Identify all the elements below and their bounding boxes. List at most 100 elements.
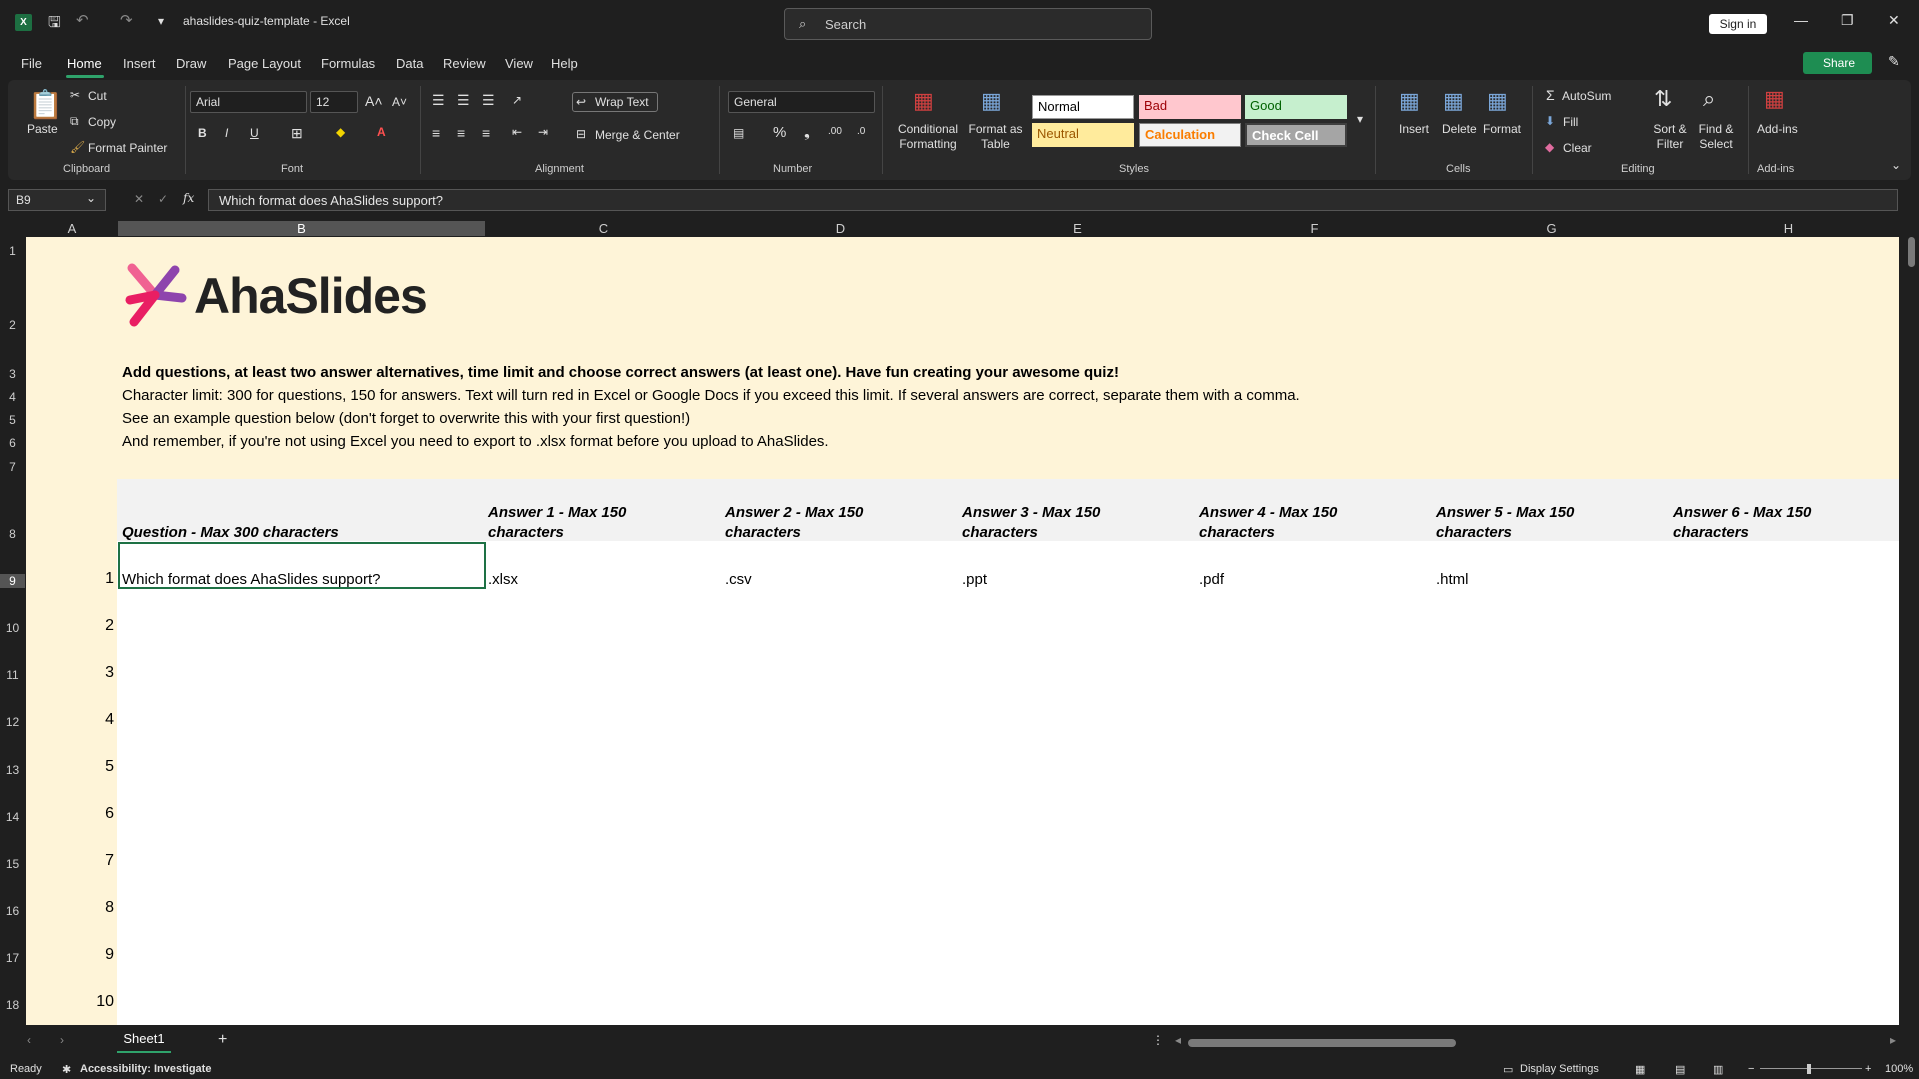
- fill-color-icon[interactable]: ◆: [336, 125, 345, 139]
- display-settings-button[interactable]: Display Settings: [1520, 1063, 1599, 1075]
- style-neutral[interactable]: Neutral: [1032, 123, 1134, 147]
- row-header[interactable]: 5: [0, 413, 25, 427]
- vertical-scrollbar[interactable]: [1904, 237, 1919, 1027]
- row-header[interactable]: 18: [0, 998, 25, 1012]
- font-color-icon[interactable]: A: [377, 125, 386, 139]
- bold-icon[interactable]: B: [198, 126, 207, 140]
- column-header-b[interactable]: B: [118, 221, 485, 236]
- worksheet-grid[interactable]: AhaSlides Add questions, at least two an…: [26, 237, 1899, 1025]
- sort-filter-button[interactable]: Sort & Filter: [1650, 122, 1690, 152]
- tab-page-layout[interactable]: Page Layout: [228, 56, 301, 71]
- column-header-a[interactable]: A: [26, 221, 118, 236]
- fill-button[interactable]: Fill: [1563, 115, 1578, 129]
- format-painter-icon[interactable]: 🖌: [70, 140, 85, 154]
- add-ins-button[interactable]: Add-ins: [1757, 122, 1798, 136]
- search-box[interactable]: ⌕ Search: [784, 8, 1152, 40]
- format-as-table-button[interactable]: Format as Table: [968, 122, 1023, 152]
- answer-5-cell[interactable]: .html: [1436, 571, 1469, 588]
- tab-draw[interactable]: Draw: [176, 56, 206, 71]
- row-header[interactable]: 15: [0, 857, 25, 871]
- delete-cells-button[interactable]: Delete: [1442, 122, 1477, 136]
- horizontal-scroll-thumb[interactable]: [1188, 1039, 1456, 1047]
- zoom-slider[interactable]: [1760, 1068, 1862, 1069]
- column-header-d[interactable]: D: [722, 221, 959, 236]
- conditional-formatting-button[interactable]: Conditional Formatting: [893, 122, 963, 152]
- row-header[interactable]: 17: [0, 951, 25, 965]
- percent-icon[interactable]: %: [773, 124, 786, 141]
- row-header[interactable]: 6: [0, 436, 25, 450]
- increase-indent-icon[interactable]: ⇥: [538, 125, 548, 139]
- enter-icon[interactable]: ✓: [158, 192, 168, 206]
- insert-cells-button[interactable]: Insert: [1399, 122, 1429, 136]
- answer-2-cell[interactable]: .csv: [725, 571, 752, 588]
- prev-sheet-icon[interactable]: ‹: [27, 1033, 31, 1047]
- save-icon[interactable]: 🖫: [48, 12, 61, 37]
- increase-decimal-icon[interactable]: .00: [828, 126, 842, 137]
- answer-4-cell[interactable]: .pdf: [1199, 571, 1224, 588]
- align-middle-icon[interactable]: ☰: [457, 92, 470, 109]
- more-options-icon[interactable]: ⋮: [1152, 1033, 1164, 1047]
- column-header-e[interactable]: E: [959, 221, 1196, 236]
- align-left-icon[interactable]: ≡: [432, 125, 440, 141]
- column-header-c[interactable]: C: [485, 221, 722, 236]
- align-top-icon[interactable]: ☰: [432, 92, 445, 109]
- tab-home[interactable]: Home: [67, 56, 102, 71]
- tab-help[interactable]: Help: [551, 56, 578, 71]
- copy-button[interactable]: Copy: [88, 115, 116, 129]
- answer-1-cell[interactable]: .xlsx: [488, 571, 518, 588]
- page-break-view-icon[interactable]: ▥: [1713, 1063, 1723, 1076]
- align-right-icon[interactable]: ≡: [482, 125, 490, 141]
- accounting-format-icon[interactable]: ▤: [733, 126, 744, 140]
- italic-icon[interactable]: I: [225, 126, 228, 140]
- row-header[interactable]: 16: [0, 904, 25, 918]
- insert-function-icon[interactable]: fx: [183, 191, 194, 205]
- cut-button[interactable]: Cut: [88, 89, 107, 103]
- column-header-f[interactable]: F: [1196, 221, 1433, 236]
- format-cells-button[interactable]: Format: [1483, 122, 1521, 136]
- row-header[interactable]: 3: [0, 367, 25, 381]
- row-header[interactable]: 8: [0, 527, 25, 541]
- add-sheet-icon[interactable]: +: [218, 1031, 227, 1049]
- zoom-out-icon[interactable]: −: [1748, 1063, 1754, 1075]
- column-header-h[interactable]: H: [1670, 221, 1907, 236]
- row-header[interactable]: 1: [0, 244, 25, 258]
- decrease-indent-icon[interactable]: ⇤: [512, 125, 522, 139]
- column-header-g[interactable]: G: [1433, 221, 1670, 236]
- scroll-right-icon[interactable]: ▸: [1890, 1033, 1896, 1047]
- cancel-icon[interactable]: ✕: [134, 192, 144, 206]
- style-check-cell[interactable]: Check Cell: [1245, 123, 1347, 147]
- next-sheet-icon[interactable]: ›: [60, 1033, 64, 1047]
- find-select-button[interactable]: Find & Select: [1694, 122, 1738, 152]
- align-center-icon[interactable]: ≡: [457, 125, 465, 141]
- decrease-font-icon[interactable]: A˅: [392, 95, 407, 109]
- copy-icon[interactable]: ⧉: [70, 114, 79, 129]
- tab-file[interactable]: File: [21, 56, 42, 71]
- paste-icon[interactable]: 📋: [28, 88, 63, 121]
- row-header[interactable]: 13: [0, 763, 25, 777]
- tab-formulas[interactable]: Formulas: [321, 56, 375, 71]
- style-bad[interactable]: Bad: [1139, 95, 1241, 119]
- comma-style-icon[interactable]: ❟: [804, 124, 810, 141]
- normal-view-icon[interactable]: ▦: [1635, 1063, 1645, 1076]
- formula-input[interactable]: Which format does AhaSlides support?: [208, 189, 1898, 211]
- zoom-slider-thumb[interactable]: [1807, 1064, 1811, 1074]
- increase-font-icon[interactable]: A˄: [365, 93, 383, 109]
- styles-more-icon[interactable]: ▾: [1357, 112, 1363, 126]
- name-box-dropdown-icon[interactable]: ⌄: [86, 191, 96, 205]
- clear-button[interactable]: Clear: [1563, 141, 1592, 155]
- close-icon[interactable]: ✕: [1888, 12, 1900, 29]
- zoom-in-icon[interactable]: +: [1865, 1063, 1871, 1075]
- format-painter-button[interactable]: Format Painter: [88, 141, 167, 155]
- number-format-select[interactable]: General: [728, 91, 875, 113]
- row-header[interactable]: 4: [0, 390, 25, 404]
- row-header[interactable]: 14: [0, 810, 25, 824]
- collapse-ribbon-icon[interactable]: ⌄: [1891, 158, 1901, 172]
- accessibility-status[interactable]: Accessibility: Investigate: [80, 1063, 211, 1075]
- align-bottom-icon[interactable]: ☰: [482, 92, 495, 109]
- paste-button[interactable]: Paste: [27, 122, 58, 136]
- undo-icon[interactable]: ↶: [76, 11, 89, 29]
- borders-icon[interactable]: ⊞: [291, 125, 303, 142]
- row-header[interactable]: 11: [0, 668, 25, 682]
- row-header[interactable]: 10: [0, 621, 25, 635]
- vertical-scroll-thumb[interactable]: [1908, 237, 1915, 267]
